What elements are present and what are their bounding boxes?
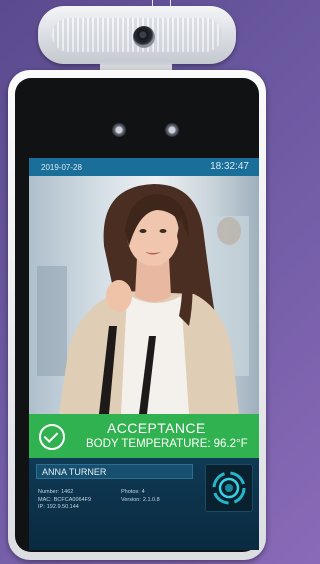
- number-row: Number: 1462: [38, 489, 74, 495]
- date-text: 2019-07-28: [41, 163, 82, 172]
- version-row: Version: 2.1.0.8: [121, 496, 160, 503]
- check-circle-icon: [39, 424, 65, 450]
- camera-lens-icon: [165, 123, 179, 137]
- thermal-lens-icon: [133, 26, 155, 48]
- mac-row: MAC: BCFCA0064F9: [38, 496, 92, 503]
- screen: 2019-07-28 18:32:47 ACCEPTANCE BODY TEMP…: [29, 158, 259, 550]
- person-photo: [37, 184, 249, 414]
- acceptance-banner: ACCEPTANCE BODY TEMPERATURE: 96.2°F: [29, 414, 259, 458]
- temperature-readout: BODY TEMPERATURE: 96.2°F: [83, 438, 248, 450]
- temperature-value: 96.2°F: [213, 438, 248, 450]
- temperature-label: BODY TEMPERATURE:: [86, 438, 211, 450]
- status-text: ACCEPTANCE: [107, 420, 206, 436]
- status-bar: 2019-07-28 18:32:47: [29, 158, 259, 176]
- clock-text: 18:32:47: [210, 161, 249, 172]
- person-details-left: Number: 1462 MAC: BCFCA0064F9 IP: 192.9.50.…: [38, 489, 91, 512]
- person-details-right: Photos: 4 Version: 2.1.0.8: [121, 489, 160, 504]
- ip-row: IP: 192.9.50.144: [38, 504, 79, 510]
- person-name: ANNA TURNER: [36, 464, 193, 479]
- camera-lens-icon: [112, 123, 126, 137]
- photos-row: Photos: 4: [121, 489, 145, 495]
- camera-feed: [29, 176, 259, 414]
- thermal-camera-module: [38, 6, 236, 64]
- face-scan-icon: [205, 464, 253, 512]
- person-info-panel: ANNA TURNER Number: 1462 MAC: BCFCA0064F9 …: [29, 458, 259, 550]
